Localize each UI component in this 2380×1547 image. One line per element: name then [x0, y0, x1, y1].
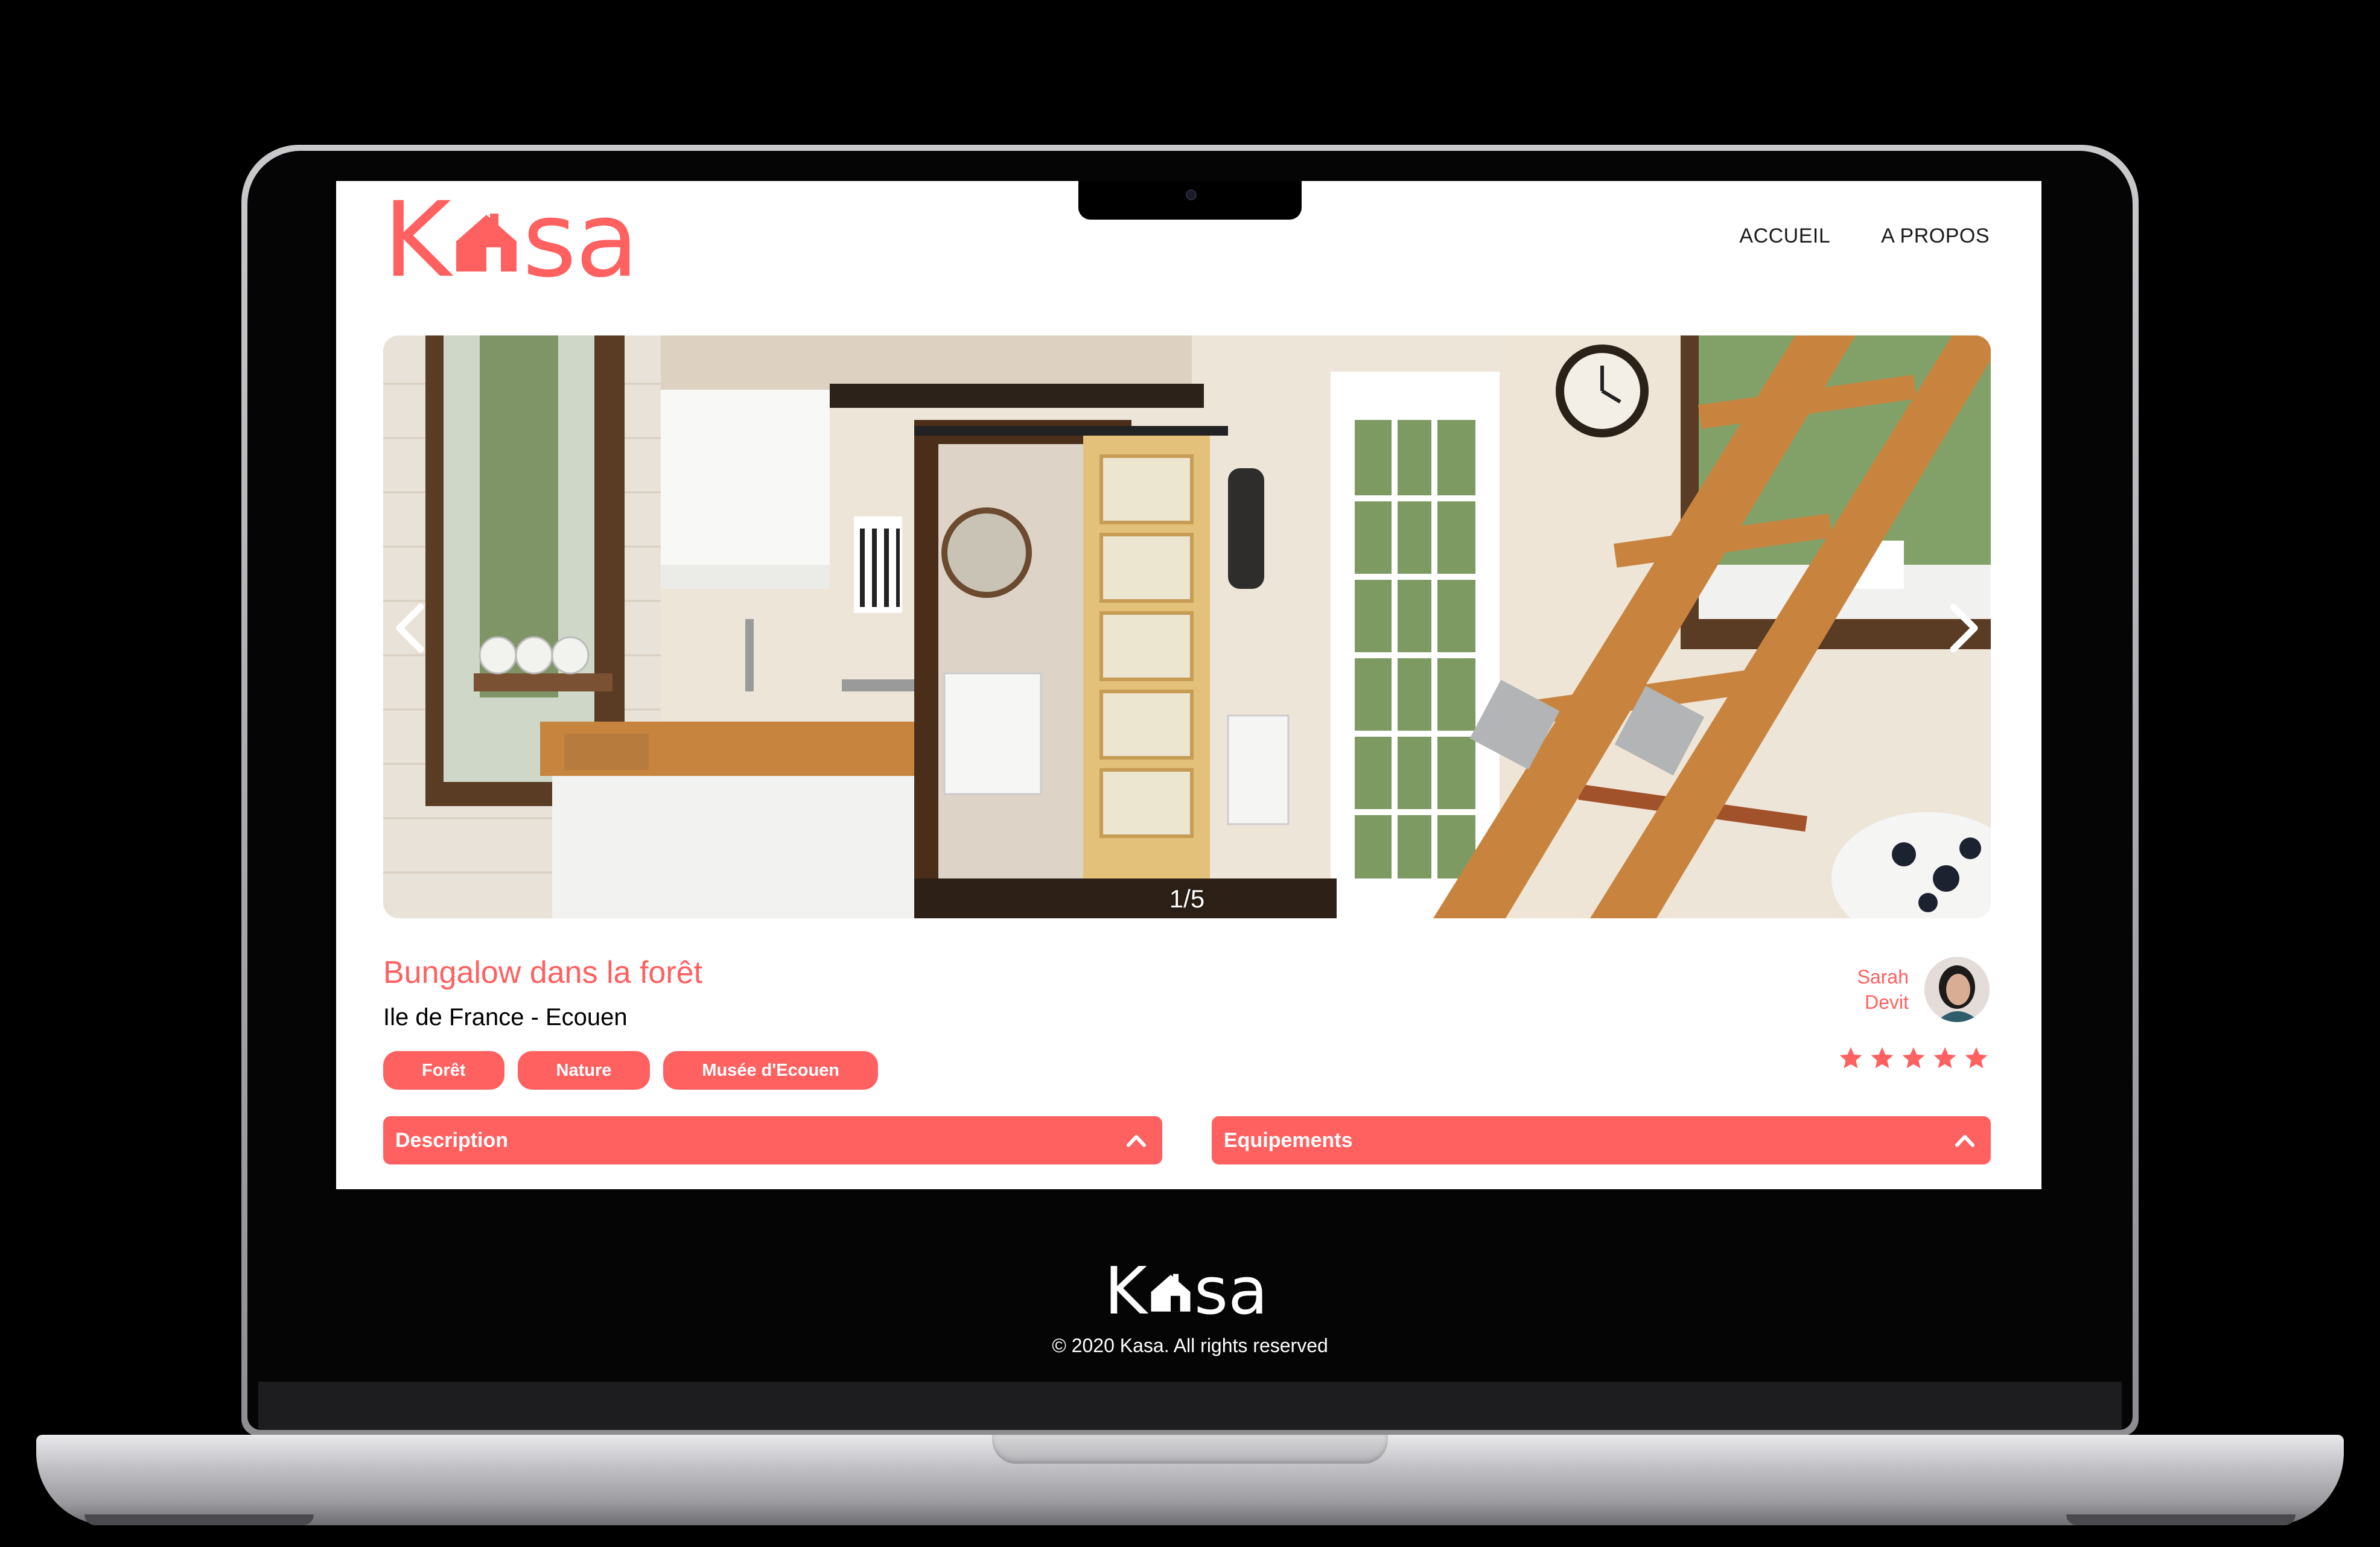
main-nav: ACCUEIL A PROPOS — [1739, 224, 1990, 248]
rating-stars — [1838, 1045, 1990, 1072]
nav-link-about[interactable]: A PROPOS — [1881, 224, 1990, 248]
tag: Forêt — [383, 1051, 504, 1090]
laptop-base — [36, 1435, 2344, 1525]
host-name: Sarah Devit — [1857, 964, 1909, 1015]
collapse-description[interactable]: Description — [383, 1116, 1162, 1164]
chevron-left-icon[interactable] — [390, 601, 433, 655]
nav-link-home[interactable]: ACCUEIL — [1739, 224, 1830, 248]
footer-copyright: © 2020 Kasa. All rights reserved — [1052, 1335, 1328, 1356]
footer-logo-text-right: sa — [1194, 1253, 1268, 1329]
carousel-counter: 1/5 — [1169, 885, 1205, 913]
star-icon — [1839, 1047, 1862, 1069]
collapse-label: Equipements — [1224, 1128, 1353, 1152]
tag-list: Forêt Nature Musée d'Ecouen — [383, 1051, 879, 1090]
chevron-up-icon — [1127, 1135, 1146, 1147]
avatar — [1924, 957, 1990, 1022]
chevron-up-icon — [1955, 1135, 1974, 1147]
host-first-name: Sarah — [1857, 966, 1909, 988]
collapse-label: Description — [395, 1128, 509, 1152]
host-portrait — [1924, 957, 1990, 1022]
kasa-logo[interactable]: K sa — [383, 181, 639, 300]
camera-notch — [1078, 181, 1302, 220]
footer-logo: K sa — [1104, 1253, 1268, 1329]
house-icon — [456, 214, 517, 272]
house-icon — [1151, 1274, 1191, 1312]
star-icon — [1933, 1047, 1956, 1069]
star-icon — [1871, 1047, 1894, 1069]
star-icon — [1965, 1047, 1988, 1069]
camera-icon — [1186, 189, 1197, 200]
collapse-equipements[interactable]: Equipements — [1212, 1116, 1991, 1164]
footer-logo-text-left: K — [1104, 1253, 1147, 1329]
listing-title: Bungalow dans la forêt — [383, 955, 703, 990]
laptop-foot-right — [2066, 1514, 2296, 1525]
chevron-right-icon[interactable] — [1941, 601, 1984, 655]
host-info: Sarah Devit — [1857, 957, 1990, 1022]
laptop-foot-left — [84, 1514, 314, 1525]
laptop-lip — [992, 1435, 1388, 1464]
tag: Nature — [517, 1051, 651, 1090]
tag: Musée d'Ecouen — [663, 1051, 879, 1090]
listing-location: Ile de France - Ecouen — [383, 1004, 628, 1031]
host-last-name: Devit — [1865, 991, 1909, 1013]
star-icon — [1902, 1047, 1925, 1069]
laptop-bottom-bezel — [258, 1382, 2122, 1430]
logo-text-right: sa — [522, 181, 639, 300]
logo-text-left: K — [383, 181, 451, 300]
photo-carousel: 1/5 — [383, 335, 1991, 918]
browser-viewport: K sa ACCUEIL A PROPOS 1/5 Bungalow dans … — [336, 181, 2041, 1189]
listing-photo — [383, 335, 1991, 918]
